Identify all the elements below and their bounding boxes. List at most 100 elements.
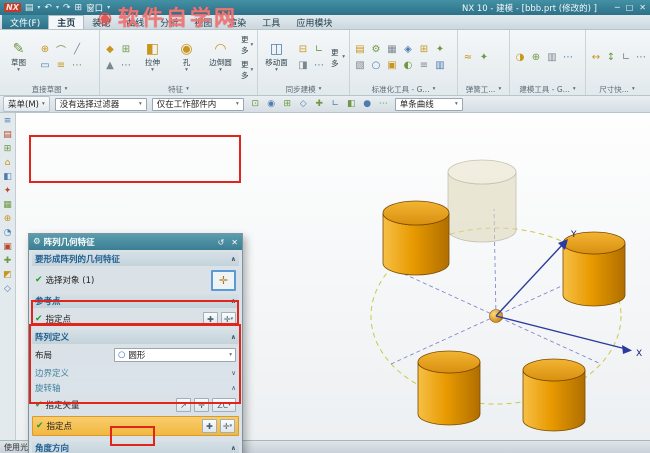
tool-icon[interactable]: ⊟: [295, 42, 311, 58]
ribbon-button[interactable]: ◉ 孔 ▾: [170, 41, 203, 74]
vector-constructor-button[interactable]: ✛: [194, 398, 209, 412]
cylinder[interactable]: [383, 201, 449, 275]
tool-icon[interactable]: ▧: [352, 58, 368, 74]
tab-file[interactable]: 文件(F): [2, 15, 48, 29]
point-dialog-button[interactable]: ✚: [203, 312, 218, 326]
tool-icon[interactable]: ◆: [102, 42, 118, 58]
save-icon[interactable]: ▤: [25, 3, 34, 13]
tab-render[interactable]: 渲染: [220, 15, 254, 29]
zc-axis-dropdown[interactable]: ZC ▾: [212, 398, 236, 412]
snap-icon[interactable]: ⊞: [281, 98, 294, 111]
tool-icon[interactable]: ⋯: [633, 50, 649, 66]
resource-bar-icon[interactable]: ⊞: [4, 144, 12, 154]
point-dialog-button[interactable]: ✚: [202, 419, 217, 433]
more-button[interactable]: 更多▾: [239, 58, 255, 82]
tab-curve[interactable]: 曲线: [118, 15, 152, 29]
tool-icon[interactable]: ✦: [432, 42, 448, 58]
chevron-down-icon[interactable]: ▾: [107, 4, 110, 11]
maximize-button[interactable]: □: [626, 3, 634, 12]
resource-bar-icon[interactable]: ▣: [3, 242, 12, 252]
tab-view[interactable]: 视图: [186, 15, 220, 29]
ribbon-button[interactable]: ◧ 拉伸 ▾: [136, 41, 169, 74]
tool-icon[interactable]: ⋯: [69, 58, 85, 74]
tab-application[interactable]: 应用模块: [288, 15, 340, 29]
selection-filter-dropdown[interactable]: 没有选择过滤器 ▾: [55, 98, 147, 111]
cylinder[interactable]: [418, 351, 480, 425]
close-button[interactable]: ✕: [639, 3, 646, 12]
cylinder[interactable]: [563, 232, 625, 306]
resource-bar-icon[interactable]: ✚: [4, 256, 12, 266]
tool-icon[interactable]: ▥: [432, 58, 448, 74]
snap-icon[interactable]: ◉: [265, 98, 278, 111]
tab-analysis[interactable]: 分析: [152, 15, 186, 29]
ribbon-button[interactable]: ◫ 移动面 ▾: [260, 41, 293, 74]
tool-icon[interactable]: ▤: [352, 42, 368, 58]
more-button[interactable]: 更多▾: [329, 46, 347, 70]
resource-bar-icon[interactable]: ≡: [4, 116, 12, 126]
resource-bar-icon[interactable]: ◩: [3, 270, 12, 280]
tool-icon[interactable]: ◈: [400, 42, 416, 58]
snap-icon[interactable]: ◇: [297, 98, 310, 111]
tool-icon[interactable]: ⊞: [416, 42, 432, 58]
minimize-button[interactable]: ─: [615, 3, 620, 12]
selection-scope-dropdown[interactable]: 仅在工作部件内 ▾: [152, 98, 244, 111]
tool-icon[interactable]: ∟: [618, 50, 634, 66]
section-pattern-definition[interactable]: 阵列定义 ∧: [32, 330, 239, 344]
tool-icon[interactable]: ∟: [311, 42, 327, 58]
section-reference-point[interactable]: 参考点 ∧: [32, 294, 239, 308]
snap-icon[interactable]: ⊡: [249, 98, 262, 111]
dialog-reset-icon[interactable]: ↺: [218, 238, 225, 247]
layout-dropdown[interactable]: ○ 圆形 ▾: [114, 348, 236, 362]
tool-icon[interactable]: ╱: [69, 42, 85, 58]
undo-icon[interactable]: ↶: [44, 3, 52, 13]
dialog-close-icon[interactable]: ✕: [231, 238, 238, 247]
resource-bar-icon[interactable]: ◇: [4, 284, 11, 294]
snap-icon[interactable]: ●: [361, 98, 374, 111]
tool-icon[interactable]: ≡: [416, 58, 432, 74]
section-angle-direction[interactable]: 角度方向 ∧: [32, 441, 239, 453]
ribbon-button[interactable]: ◠ 边倒圆 ▾: [204, 41, 237, 74]
vector-dialog-button[interactable]: ↗: [176, 398, 191, 412]
tool-icon[interactable]: ○: [368, 58, 384, 74]
tool-icon[interactable]: ◨: [295, 58, 311, 74]
ribbon-button[interactable]: ✎ 草图 ▾: [2, 41, 35, 74]
tool-icon[interactable]: ▣: [384, 58, 400, 74]
section-rotation-axis[interactable]: 旋转轴 ∧: [32, 381, 239, 394]
section-geometry-to-pattern[interactable]: 要形成阵列的几何特征 ∧: [32, 252, 239, 266]
tool-icon[interactable]: ↕: [603, 50, 619, 66]
resource-bar-icon[interactable]: ◧: [3, 172, 12, 182]
specify-point-axis-row[interactable]: ✔ 指定点 ✚ ✛▾: [32, 416, 239, 436]
cylinder-preview[interactable]: [448, 160, 516, 242]
tool-icon[interactable]: ▦: [384, 42, 400, 58]
resource-bar-icon[interactable]: ✦: [4, 186, 12, 196]
tool-icon[interactable]: ≡: [53, 58, 69, 74]
tool-icon[interactable]: ◑: [512, 50, 528, 66]
tool-icon[interactable]: ↔: [588, 50, 604, 66]
tab-assembly[interactable]: 装配: [84, 15, 118, 29]
tool-icon[interactable]: ⌒: [53, 42, 69, 58]
tool-icon[interactable]: ▥: [544, 50, 560, 66]
tab-tools[interactable]: 工具: [254, 15, 288, 29]
tool-icon[interactable]: ⊞: [118, 42, 134, 58]
window-menu-label[interactable]: 窗口: [86, 2, 103, 14]
point-constructor-button[interactable]: ✛▾: [220, 419, 235, 433]
section-boundary-definition[interactable]: 边界定义 ∨: [32, 366, 239, 379]
tool-icon[interactable]: ≈: [460, 50, 476, 66]
curve-rule-dropdown[interactable]: 单条曲线 ▾: [395, 98, 463, 111]
more-button[interactable]: 更多▾: [239, 33, 255, 57]
redo-icon[interactable]: ↷: [63, 3, 71, 13]
tab-home[interactable]: 主页: [48, 15, 84, 29]
tool-icon[interactable]: ▭: [37, 58, 53, 74]
chevron-down-icon[interactable]: ▾: [37, 4, 40, 11]
resource-bar-icon[interactable]: ⊕: [4, 214, 12, 224]
tool-icon[interactable]: ⊕: [528, 50, 544, 66]
tool-icon[interactable]: ✦: [476, 50, 492, 66]
resource-bar-icon[interactable]: ◔: [4, 228, 12, 238]
tool-icon[interactable]: ⋯: [311, 58, 327, 74]
dialog-titlebar[interactable]: ⚙ 阵列几何特征 ↺ ✕: [29, 234, 242, 250]
resource-bar-icon[interactable]: ⌂: [5, 158, 11, 168]
tool-icon[interactable]: ⋯: [560, 50, 576, 66]
snap-icon[interactable]: ⋯: [377, 98, 390, 111]
window-icon[interactable]: ⊞: [75, 3, 83, 13]
snap-icon[interactable]: ◧: [345, 98, 358, 111]
